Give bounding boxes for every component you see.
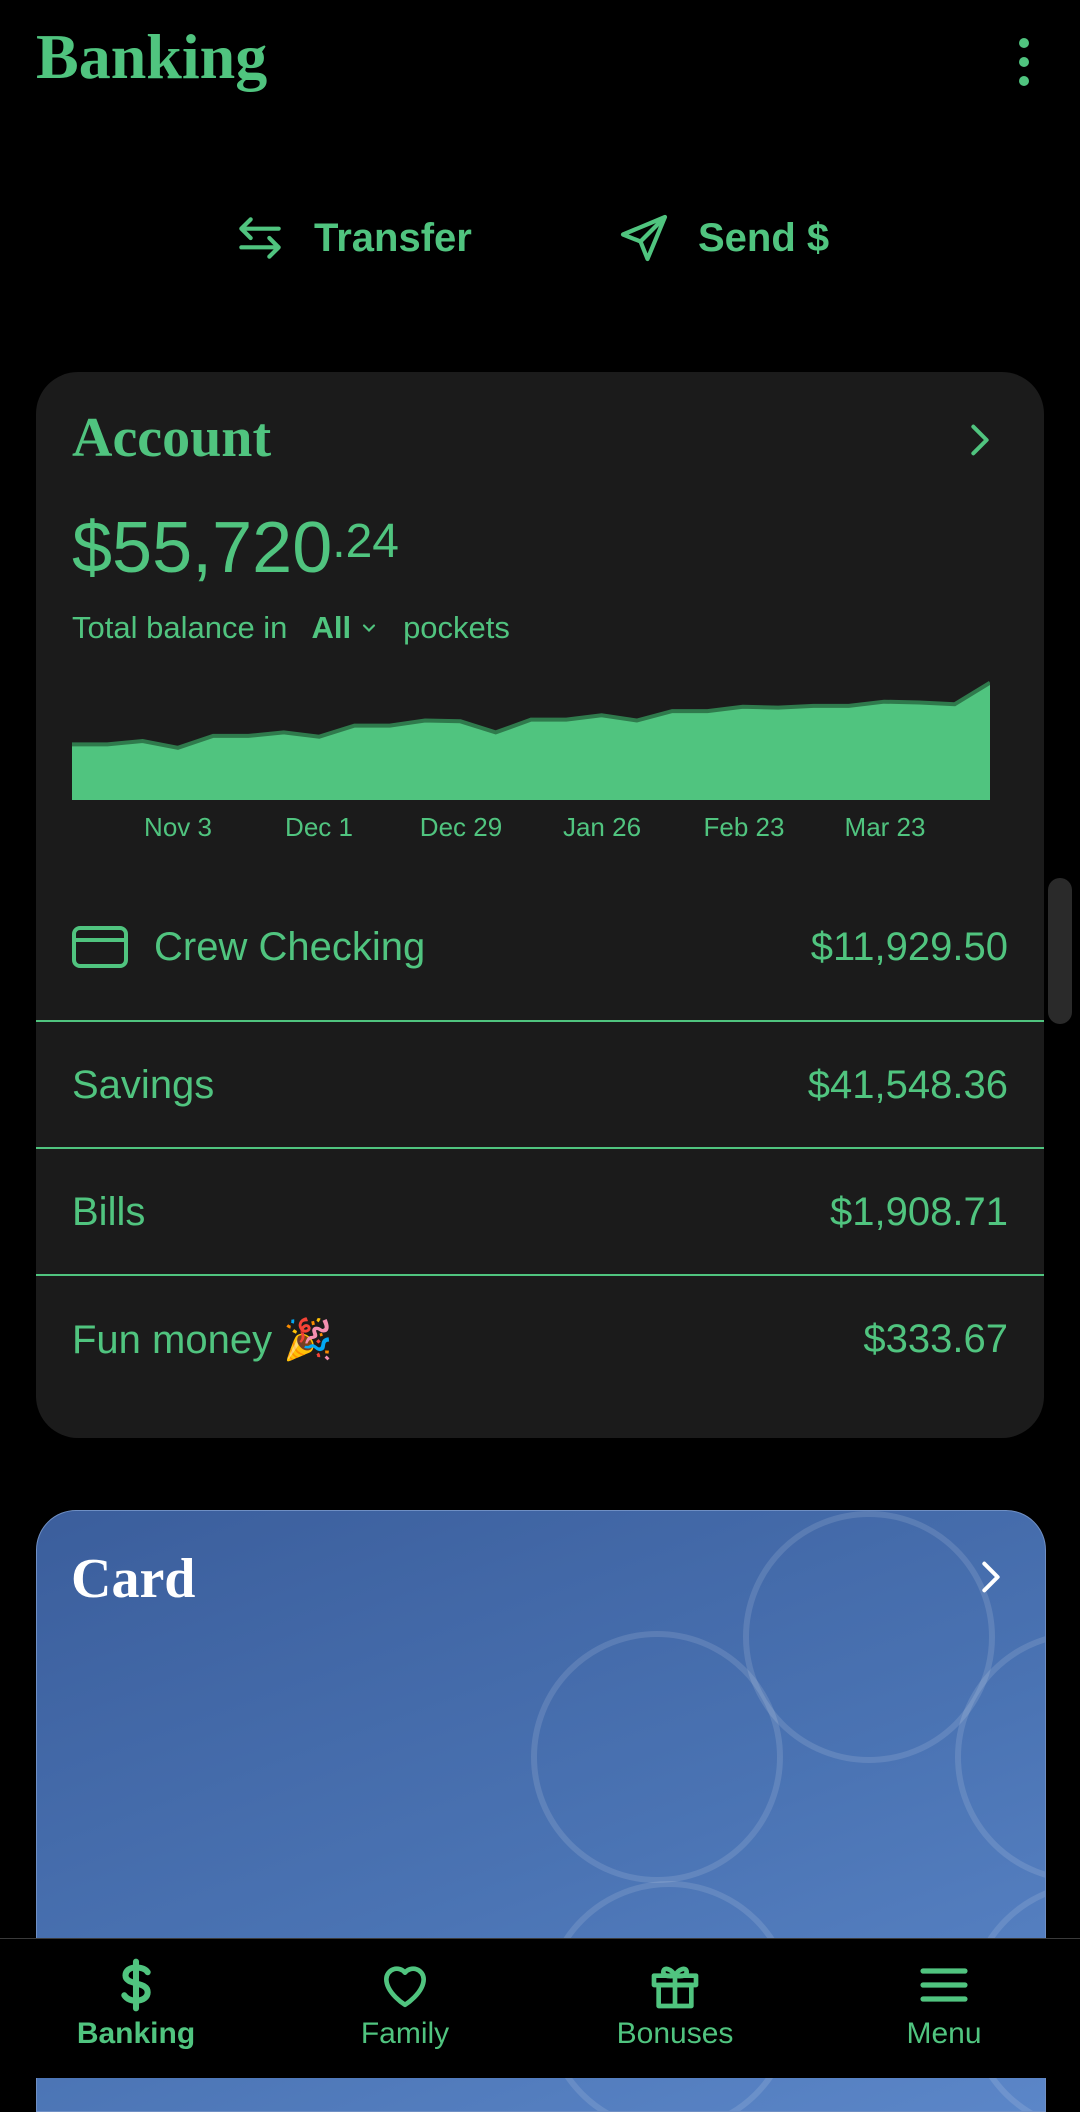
account-card[interactable]: Account $55,720.24 Total balance in All … [36,372,1044,1438]
balance-subtitle: Total balance in All pockets [72,610,510,646]
card-icon [72,926,128,968]
account-amount: $11,929.50 [810,924,1008,969]
decorative-circle [531,1631,783,1883]
quick-actions: Transfer Send $ [0,210,1080,280]
x-tick-label: Jan 26 [562,812,642,842]
account-name: Savings [72,1062,215,1107]
account-row-fun-money[interactable]: Fun money 🎉 $333.67 [36,1276,1044,1402]
x-tick-label: Mar 23 [844,812,926,842]
transfer-arrows-icon [239,217,281,259]
more-options-icon[interactable] [1012,38,1036,86]
paper-plane-icon [620,214,668,262]
x-tick-label: Feb 23 [703,812,785,842]
nav-label: Bonuses [616,2017,734,2050]
nav-family[interactable]: Family [305,1957,505,2051]
account-name: Fun money 🎉 [72,1317,334,1362]
x-tick-label: Nov 3 [144,812,212,842]
transfer-label: Transfer [314,215,472,260]
send-money-button[interactable]: Send $ [616,210,829,266]
account-amount: $41,548.36 [807,1062,1008,1107]
nav-bonuses[interactable]: Bonuses [575,1957,775,2051]
scrollbar[interactable] [1048,878,1072,1024]
account-row-savings[interactable]: Savings $41,548.36 [36,1022,1044,1148]
nav-banking[interactable]: Banking [36,1957,236,2051]
decorative-circle [743,1511,995,1763]
balance-suffix: pockets [403,610,510,645]
dollar-icon [121,1958,151,2012]
pocket-filter-dropdown[interactable]: All [311,610,379,646]
balance-whole: $55,720 [72,508,333,588]
x-tick-label: Dec 1 [285,812,353,842]
bottom-nav: Banking Family Bonuses Menu [0,1938,1080,2078]
balance-area [72,682,990,800]
account-row-crew-checking[interactable]: Crew Checking $11,929.50 [36,884,1044,1010]
chevron-down-icon [362,624,376,633]
card-title: Card [71,1548,196,1610]
nav-label: Banking [76,2017,196,2050]
x-tick-label: Dec 29 [419,812,503,842]
account-name: Bills [72,1189,146,1234]
pocket-filter-value: All [311,610,352,645]
page-title: Banking [36,21,268,92]
nav-label: Family [360,2017,450,2050]
nav-label: Menu [906,2017,982,2050]
heart-icon [384,1966,426,2008]
send-money-label: Send $ [698,215,830,260]
transfer-button[interactable]: Transfer [232,210,472,266]
chevron-right-icon[interactable] [971,1557,1011,1597]
total-balance: $55,720.24 [72,512,399,584]
nav-menu[interactable]: Menu [844,1957,1044,2051]
balance-cents: .24 [332,515,399,568]
app-header: Banking [0,0,1080,130]
menu-icon [920,1968,968,2002]
account-amount: $1,908.71 [830,1189,1008,1234]
account-title: Account [72,407,272,469]
gift-icon [651,1966,699,2009]
balance-prefix: Total balance in [72,610,288,645]
chevron-right-icon[interactable] [960,420,1000,460]
account-row-bills[interactable]: Bills $1,908.71 [36,1149,1044,1275]
account-name: Crew Checking [154,924,426,969]
account-amount: $333.67 [863,1316,1008,1361]
